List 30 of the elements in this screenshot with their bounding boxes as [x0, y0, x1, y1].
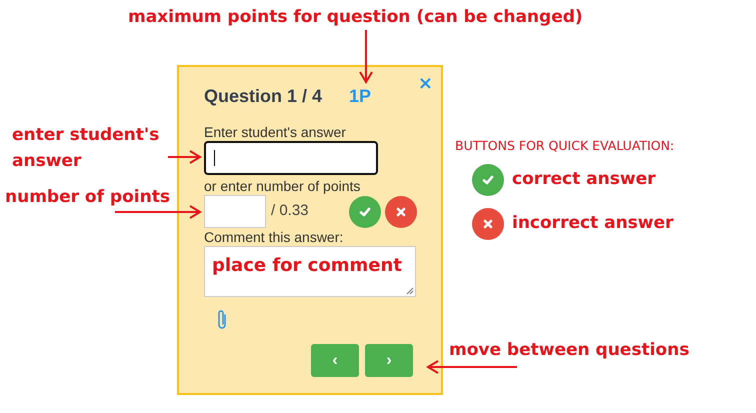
legend-title: BUTTONS FOR QUICK EVALUATION: [455, 137, 674, 155]
question-title: Question 1 / 4 [204, 85, 322, 108]
close-button[interactable]: × [418, 75, 433, 93]
legend-text: incorrect answer [512, 212, 674, 236]
annotation-text: enter student's answer [12, 124, 160, 173]
cross-icon [396, 206, 406, 216]
annotation-text: move between questions [449, 339, 690, 362]
annotation-text: number of points [5, 186, 170, 209]
paperclip-icon[interactable] [216, 309, 228, 331]
incorrect-button[interactable] [385, 196, 417, 228]
annotation-text: place for comment [212, 254, 402, 278]
check-icon [359, 206, 371, 218]
points-input[interactable] [204, 195, 266, 228]
annotation-text: maximum points for question (can be changed) [128, 6, 583, 29]
legend-text: correct answer [512, 168, 656, 192]
cross-icon [472, 208, 504, 240]
arrow [168, 150, 202, 164]
comment-label: Comment this answer: [204, 228, 344, 246]
points-total: / 0.33 [271, 201, 309, 222]
points-label: or enter number of points [204, 177, 362, 195]
next-button[interactable]: › [365, 344, 413, 377]
previous-button[interactable]: ‹ [311, 344, 359, 377]
resize-grip-icon[interactable] [406, 287, 414, 295]
comment-textarea[interactable] [204, 246, 416, 297]
check-icon [472, 164, 504, 196]
correct-button[interactable] [349, 196, 381, 228]
answer-label: Enter student's answer [204, 123, 347, 141]
max-points[interactable]: 1P [349, 83, 372, 110]
answer-input[interactable] [204, 141, 378, 175]
arrow [359, 30, 373, 84]
